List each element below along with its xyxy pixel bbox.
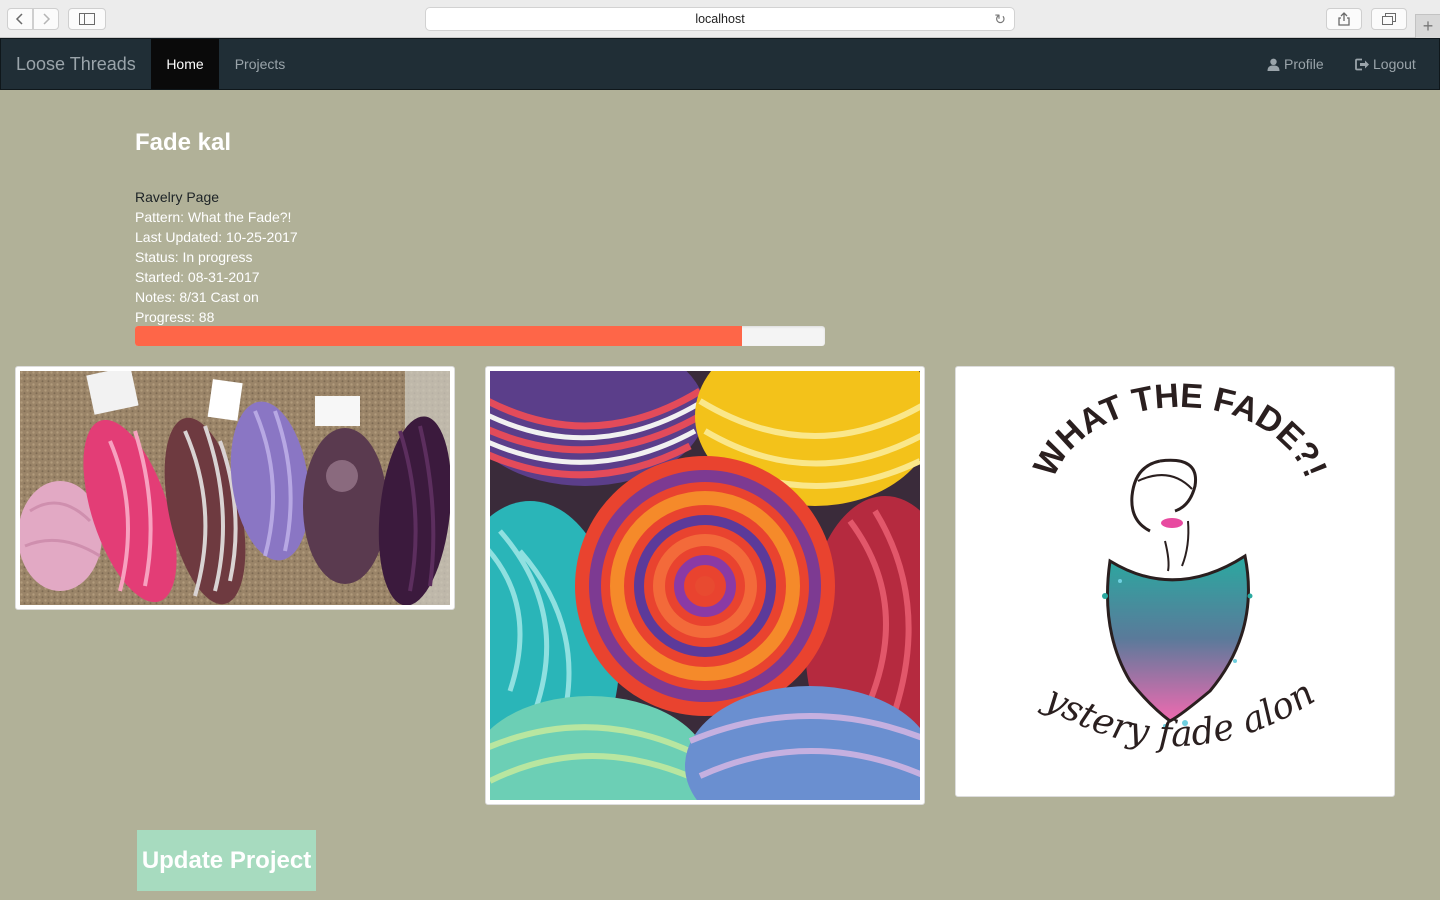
project-photo-yarn-balls[interactable]: [485, 366, 925, 805]
nav-profile[interactable]: Profile: [1267, 39, 1324, 89]
project-info: Ravelry Page Pattern: What the Fade?! La…: [135, 187, 298, 327]
user-icon: [1267, 58, 1280, 71]
project-title: Fade kal: [135, 129, 232, 156]
nav-logout[interactable]: Logout: [1355, 39, 1416, 89]
new-tab-button[interactable]: +: [1415, 14, 1440, 38]
last-updated-text: Last Updated: 10-25-2017: [135, 229, 298, 245]
chevron-right-icon: [43, 13, 51, 25]
progress-fill: [135, 326, 743, 346]
reload-icon[interactable]: ↻: [994, 11, 1006, 28]
share-icon: [1338, 12, 1350, 26]
yarn-balls-image: [490, 371, 920, 800]
what-the-fade-logo: WHAT THE FADE?! mystery fade along: [960, 371, 1390, 792]
ravelry-link[interactable]: Ravelry Page: [135, 187, 298, 207]
sidebar-toggle-button[interactable]: [68, 8, 106, 30]
progress-label: Progress: 88: [135, 309, 215, 325]
tabs-icon: [1382, 13, 1396, 25]
started-text: Started: 08-31-2017: [135, 269, 260, 285]
notes-text: Notes: 8/31 Cast on: [135, 289, 259, 305]
progress-bar: [135, 326, 825, 346]
show-tabs-button[interactable]: [1371, 8, 1407, 30]
nav-logout-label: Logout: [1373, 56, 1416, 72]
status-text: Status: In progress: [135, 249, 253, 265]
brand-link[interactable]: Loose Threads: [16, 39, 136, 89]
navbar: Loose Threads Home Projects Profile Logo…: [0, 38, 1440, 90]
chevron-left-icon: [15, 13, 23, 25]
project-photo-skeins[interactable]: [15, 366, 455, 610]
update-project-button[interactable]: Update Project: [137, 830, 316, 891]
browser-toolbar: localhost ↻ +: [0, 0, 1440, 38]
share-button[interactable]: [1326, 8, 1362, 30]
logout-icon: [1355, 58, 1369, 70]
sidebar-icon: [79, 13, 95, 25]
skeins-image: [20, 371, 450, 605]
pattern-logo[interactable]: WHAT THE FADE?! mystery fade along: [955, 366, 1395, 797]
address-bar[interactable]: localhost ↻: [425, 7, 1015, 31]
back-button[interactable]: [7, 8, 33, 30]
nav-projects[interactable]: Projects: [219, 39, 301, 89]
forward-button[interactable]: [33, 8, 59, 30]
nav-profile-label: Profile: [1284, 56, 1324, 72]
nav-home[interactable]: Home: [151, 39, 219, 89]
pattern-text: Pattern: What the Fade?!: [135, 209, 292, 225]
address-text: localhost: [695, 12, 745, 26]
plus-icon: +: [1422, 16, 1434, 36]
